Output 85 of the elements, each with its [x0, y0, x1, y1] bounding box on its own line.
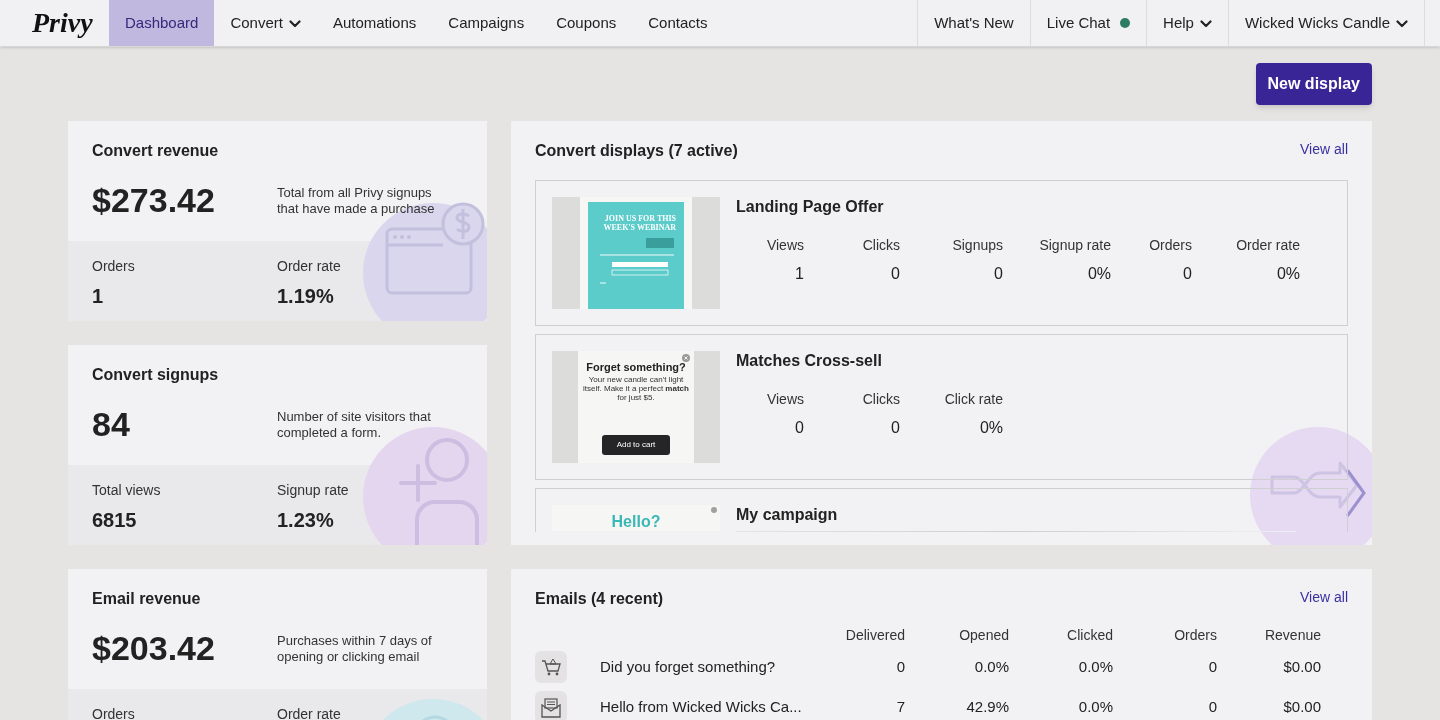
column-header: Orders: [1173, 626, 1217, 645]
stat-value: 0%: [1276, 264, 1300, 284]
view-all-link[interactable]: View all: [1300, 139, 1348, 163]
column-header: Delivered: [844, 626, 905, 645]
stat-label: Orders: [1149, 236, 1192, 255]
nav-tab[interactable]: Automations: [316, 0, 433, 46]
stat-label: Signup rate: [1039, 236, 1111, 255]
metric-value: 1.19%: [277, 284, 334, 309]
view-all-link[interactable]: View all: [1300, 587, 1348, 611]
stat-description: Total from all Privy signups that have made a purchase: [277, 184, 436, 217]
metric-value: 1.23%: [277, 508, 334, 533]
metric-label: Orders: [92, 257, 135, 276]
card-title: Convert displays (7 active): [535, 141, 738, 161]
cart-icon: [535, 651, 567, 683]
display-name[interactable]: My campaign: [736, 503, 838, 527]
stat-value: $203.42: [92, 628, 216, 669]
mail-icon: [535, 691, 567, 720]
nav-tab[interactable]: Contacts: [632, 0, 724, 46]
stat-label: Order rate: [1236, 236, 1300, 255]
close-icon: [682, 354, 690, 362]
table-cell-text: 7: [895, 696, 905, 717]
nav-item[interactable]: Help: [1146, 0, 1228, 46]
card-title: Convert revenue: [92, 141, 220, 161]
metric-label: Orders: [92, 705, 135, 720]
metric-label: Signup rate: [277, 481, 349, 500]
nav-tab[interactable]: Campaigns: [432, 0, 541, 46]
preview-heading: JOIN US FOR THIS WEEK'S WEBINAR: [602, 214, 676, 232]
metric-value: 1: [92, 284, 104, 309]
close-icon: [711, 507, 717, 513]
new-display-button[interactable]: New display: [1255, 63, 1372, 105]
stat-value: 0: [795, 418, 804, 438]
card-title: Email revenue: [92, 589, 202, 609]
add-to-cart-button: Add to cart: [602, 435, 670, 455]
stat-label: Views: [766, 390, 804, 409]
nav-tab[interactable]: Coupons: [540, 0, 633, 46]
stat-label: Clicks: [862, 390, 900, 409]
metric-label: Order rate: [277, 257, 341, 276]
table-cell-text: $0.00: [1282, 696, 1321, 717]
stat-value: 0%: [979, 418, 1003, 438]
display-name[interactable]: Matches Cross-sell: [736, 349, 882, 373]
stat-value: 0: [891, 264, 900, 284]
table-cell-text: 0: [1207, 656, 1217, 677]
stat-value: $273.42: [92, 180, 216, 221]
table-cell-text: 0.0%: [1077, 696, 1113, 717]
card-title: Emails (4 recent): [535, 589, 664, 609]
stat-value: 0: [994, 264, 1003, 284]
email-row[interactable]: Hello from Wicked Wicks Ca... 7 42.9% 0.0% 0 $0.00: [535, 688, 1348, 720]
table-cell-text: 0: [1207, 696, 1217, 717]
card-title: Convert signups: [92, 365, 220, 385]
email-name[interactable]: Hello from Wicked Wicks Ca...: [600, 695, 801, 719]
table-cell-text: 0: [895, 656, 905, 677]
logo[interactable]: Privy: [0, 0, 109, 46]
nav-item[interactable]: Live Chat: [1029, 0, 1147, 46]
stat-label: Clicks: [862, 236, 900, 255]
metric-label: Order rate: [277, 705, 341, 720]
display-name[interactable]: Landing Page Offer: [736, 195, 884, 219]
email-row[interactable]: Did you forget something? 0 0.0% 0.0% 0 $0.00: [535, 648, 1348, 686]
column-header: Clicked: [1066, 626, 1113, 645]
stat-label: Views: [766, 236, 804, 255]
stat-value: 0: [1183, 264, 1192, 284]
nav-item[interactable]: What's New: [917, 0, 1030, 46]
nav-tab[interactable]: Convert: [214, 0, 317, 46]
table-cell-text: 0.0%: [973, 656, 1009, 677]
stat-description: Number of site visitors that completed a form.: [277, 408, 432, 441]
stat-label: Signups: [952, 236, 1003, 255]
stat-value: 0%: [1087, 264, 1111, 284]
stat-label: Click rate: [944, 390, 1003, 409]
nav-tab[interactable]: Dashboard: [109, 0, 215, 46]
preview-heading: Hello?: [611, 513, 661, 531]
metric-label: Total views: [92, 481, 161, 500]
display-item[interactable]: JOIN US FOR THIS WEEK'S WEBINAR Landing Page Offer Views 1 Clicks 0 Signups 0 Signup rate 0% Orders 0 Order rate 0%: [535, 180, 1348, 326]
preview-heading: Forget something?: [586, 360, 686, 375]
metric-value: 6815: [92, 508, 137, 533]
table-cell-text: 42.9%: [965, 696, 1009, 717]
nav-item[interactable]: Wicked Wicks Candle: [1227, 0, 1424, 46]
stat-value: 0: [891, 418, 900, 438]
stat-description: Purchases within 7 days of opening or clicking email: [277, 632, 433, 665]
email-name[interactable]: Did you forget something?: [600, 655, 801, 679]
column-header: Revenue: [1263, 626, 1321, 645]
stat-value: 1: [795, 264, 804, 284]
table-cell-text: 0.0%: [1077, 656, 1113, 677]
stat-value: 84: [92, 404, 131, 445]
preview-text: Your new candle can't light itself. Make it a perfect match for just $5.: [582, 375, 690, 402]
column-header: Opened: [958, 626, 1009, 645]
table-cell-text: $0.00: [1282, 656, 1321, 677]
